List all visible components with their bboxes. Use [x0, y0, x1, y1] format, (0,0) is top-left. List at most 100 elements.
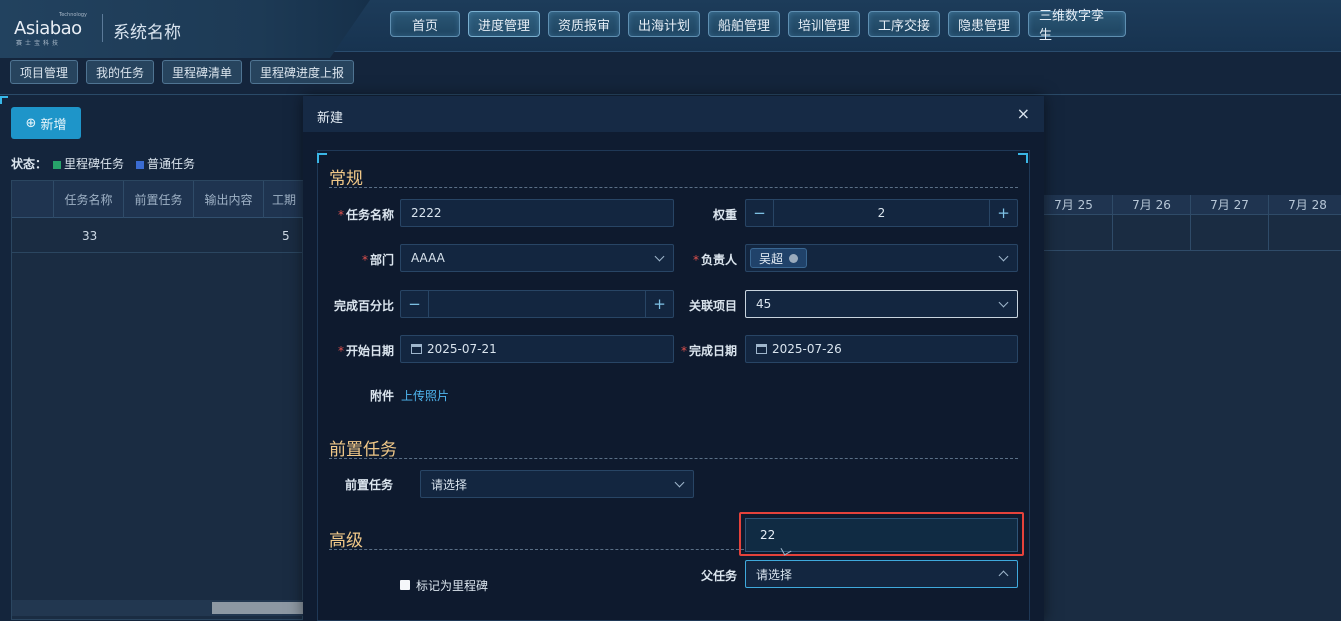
nav-qualification[interactable]: 资质报审: [548, 11, 620, 37]
weight-value[interactable]: 2: [773, 200, 990, 226]
predecessor-select[interactable]: 请选择: [420, 470, 694, 498]
attachment-label: 附件: [369, 389, 394, 403]
cell-predecessor: [124, 218, 194, 253]
header-output[interactable]: 输出内容: [194, 181, 264, 218]
logo-sub-text: 赛士宝科技: [16, 40, 62, 47]
add-button-label: 新增: [40, 117, 67, 133]
gantt-date: 7月 28: [1268, 195, 1341, 215]
weight-stepper[interactable]: − 2 +: [745, 199, 1018, 227]
upload-photo-link[interactable]: 上传照片: [401, 387, 449, 404]
gantt-cell: [1268, 215, 1341, 251]
gantt-chart: 7月 25 7月 26 7月 27 7月 28: [1034, 195, 1341, 621]
section-general-title: 常规: [329, 169, 363, 189]
task-table: 任务名称 前置任务 输出内容 工期 33 5: [11, 180, 304, 620]
predecessor-placeholder: 请选择: [431, 477, 468, 492]
percent-stepper[interactable]: − +: [400, 290, 674, 318]
project-label: 关联项目: [688, 299, 737, 313]
project-value: 45: [756, 297, 772, 311]
gantt-date: 7月 27: [1190, 195, 1268, 215]
gantt-cell: [1112, 215, 1190, 251]
start-date-label: * 开始日期: [337, 344, 394, 358]
chevron-down-icon: [998, 297, 1009, 308]
nav-ship[interactable]: 船舶管理: [708, 11, 780, 37]
close-icon[interactable]: ×: [1017, 104, 1030, 123]
subnav-milestones[interactable]: 里程碑清单: [162, 60, 243, 84]
row-spacer: [12, 218, 54, 253]
legend-normal: 普通任务: [136, 155, 195, 172]
weight-label: 权重: [712, 208, 737, 222]
legend-normal-label: 普通任务: [147, 157, 196, 171]
nav-progress[interactable]: 进度管理: [468, 11, 540, 37]
predecessor-label: 前置任务: [344, 478, 393, 492]
legend-milestone-label: 里程碑任务: [64, 157, 125, 171]
milestone-label[interactable]: 标记为里程碑: [416, 577, 488, 594]
section-divider: [329, 187, 1018, 188]
section-divider: [329, 549, 749, 550]
department-select[interactable]: AAAA: [400, 244, 674, 272]
section-predecessor-title: 前置任务: [329, 440, 397, 460]
gantt-cell: [1190, 215, 1268, 251]
parent-task-label: 父任务: [700, 569, 737, 583]
plus-icon[interactable]: +: [990, 200, 1017, 226]
dialog-title: 新建: [317, 111, 344, 126]
chevron-down-icon: [654, 251, 665, 262]
subnav-milestone-report[interactable]: 里程碑进度上报: [250, 60, 355, 84]
department-label: * 部门: [361, 253, 394, 267]
tag-close-icon[interactable]: [789, 253, 799, 263]
chevron-up-icon: [998, 570, 1009, 581]
percent-value[interactable]: [428, 291, 646, 317]
milestone-checkbox[interactable]: [400, 580, 410, 590]
nav-digital-twin[interactable]: 三维数字孪生: [1028, 9, 1126, 43]
nav-overseas-plan[interactable]: 出海计划: [628, 11, 700, 37]
panel-corner-decoration: [317, 153, 327, 163]
dialog-header: 新建 ×: [303, 96, 1044, 132]
table-row[interactable]: 33 5: [12, 218, 304, 253]
nav-handover[interactable]: 工序交接: [868, 11, 940, 37]
end-date-picker[interactable]: 2025-07-26: [745, 335, 1018, 363]
panel-corner-decoration: [1018, 153, 1028, 163]
cell-task-name: 33: [82, 228, 98, 243]
company-logo: Technology Asiabao 赛士宝科技: [14, 12, 94, 47]
subnav-project[interactable]: 项目管理: [10, 60, 79, 84]
horizontal-scrollbar[interactable]: [12, 600, 304, 616]
header-predecessor[interactable]: 前置任务: [124, 181, 194, 218]
nav-home[interactable]: 首页: [390, 11, 460, 37]
nav-training[interactable]: 培训管理: [788, 11, 860, 37]
owner-tag-label: 吴超: [759, 251, 784, 266]
page-corner-decoration: [0, 96, 8, 104]
legend-milestone: 里程碑任务: [53, 155, 124, 172]
scrollbar-thumb[interactable]: [212, 602, 304, 614]
department-value: AAAA: [411, 251, 445, 265]
nav-hazard[interactable]: 隐患管理: [948, 11, 1020, 37]
sub-nav: 项目管理 我的任务 里程碑清单 里程碑进度上报: [10, 60, 355, 84]
minus-icon[interactable]: −: [746, 200, 773, 226]
header-task-name[interactable]: 任务名称: [54, 181, 124, 218]
header-duration[interactable]: 工期: [264, 181, 304, 218]
owner-label: * 负责人: [692, 253, 737, 267]
cell-duration: 5: [282, 228, 290, 243]
gantt-row: [1034, 215, 1341, 251]
project-select[interactable]: 45: [745, 290, 1018, 318]
owner-select[interactable]: 吴超: [745, 244, 1018, 272]
header-spacer: [12, 181, 54, 218]
parent-task-select[interactable]: 请选择: [745, 560, 1018, 588]
percent-label: 完成百分比: [333, 299, 394, 313]
start-date-value: 2025-07-21: [427, 342, 497, 356]
parent-task-placeholder: 请选择: [756, 567, 793, 582]
end-date-value: 2025-07-26: [772, 342, 842, 356]
gantt-date-header: 7月 25 7月 26 7月 27 7月 28: [1034, 195, 1341, 215]
task-name-input[interactable]: 2222: [400, 199, 674, 227]
add-button[interactable]: ⊕ 新增: [11, 107, 81, 139]
subnav-my-tasks[interactable]: 我的任务: [86, 60, 155, 84]
system-name: 系统名称: [113, 23, 181, 43]
start-date-picker[interactable]: 2025-07-21: [400, 335, 674, 363]
logo-main-text: Asiabao: [14, 18, 82, 39]
chevron-down-icon: [998, 251, 1009, 262]
task-name-label: * 任务名称: [337, 208, 394, 222]
plus-circle-icon: ⊕: [25, 115, 37, 131]
minus-icon[interactable]: −: [401, 291, 428, 317]
calendar-icon: [411, 344, 422, 354]
brand-divider: [102, 14, 103, 42]
normal-color-swatch: [136, 160, 145, 169]
plus-icon[interactable]: +: [646, 291, 673, 317]
